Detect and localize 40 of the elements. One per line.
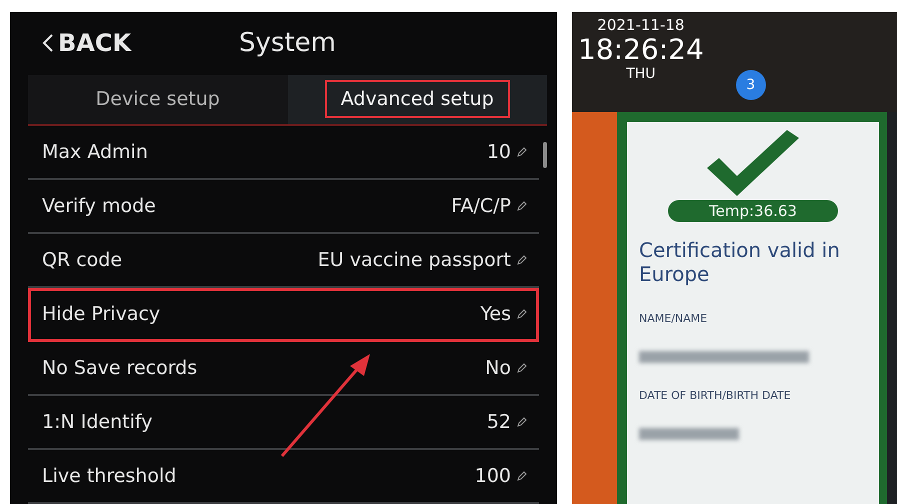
screen-title: System	[239, 28, 336, 58]
setting-value: No	[485, 357, 511, 379]
chevron-left-icon	[42, 33, 54, 54]
setting-value: 52	[486, 411, 511, 433]
setting-label: Verify mode	[42, 195, 156, 217]
setting-label: No Save records	[42, 357, 198, 379]
setting-value: FA/C/P	[451, 195, 511, 217]
setting-label: 1:N Identify	[42, 411, 152, 433]
setting-label: Hide Privacy	[42, 303, 160, 325]
pencil-icon	[517, 147, 527, 157]
temperature-pill: Temp:36.63	[668, 200, 838, 222]
count-badge: 3	[736, 70, 766, 100]
field-label: DATE OF BIRTH/BIRTH DATE	[639, 389, 792, 402]
settings-tab[interactable]: Device setup	[28, 74, 288, 124]
pencil-icon	[517, 309, 527, 319]
back-button[interactable]: BACK	[28, 29, 132, 58]
setting-value: EU vaccine passport	[318, 249, 511, 271]
field-label: NAME/NAME	[639, 312, 708, 325]
setting-row[interactable]: Live threshold 100	[28, 450, 539, 504]
weekday-text: THU	[626, 66, 656, 82]
pencil-icon	[517, 363, 527, 373]
setting-label: QR code	[42, 249, 122, 271]
setting-label: Live threshold	[42, 465, 176, 487]
setting-value: 10	[486, 141, 511, 163]
time-text: 18:26:24	[578, 34, 704, 66]
setting-value: Yes	[480, 303, 511, 325]
pencil-icon	[517, 201, 527, 211]
setting-row[interactable]: Max Admin 10	[28, 126, 539, 180]
date-text: 2021-11-18	[597, 16, 684, 34]
pencil-icon	[517, 417, 527, 427]
settings-tab[interactable]: Advanced setup	[288, 74, 547, 124]
setting-row[interactable]: 1:N Identify 52	[28, 396, 539, 450]
result-title: Certification valid in Europe	[639, 238, 841, 286]
setting-label: Max Admin	[42, 141, 148, 163]
setting-row[interactable]: QR code EU vaccine passport	[28, 234, 539, 288]
pencil-icon	[517, 255, 527, 265]
setting-row[interactable]: Verify mode FA/C/P	[28, 180, 539, 234]
setting-value: 100	[474, 465, 511, 487]
setting-row[interactable]: Hide Privacy Yes	[28, 288, 539, 342]
pencil-icon	[517, 471, 527, 481]
